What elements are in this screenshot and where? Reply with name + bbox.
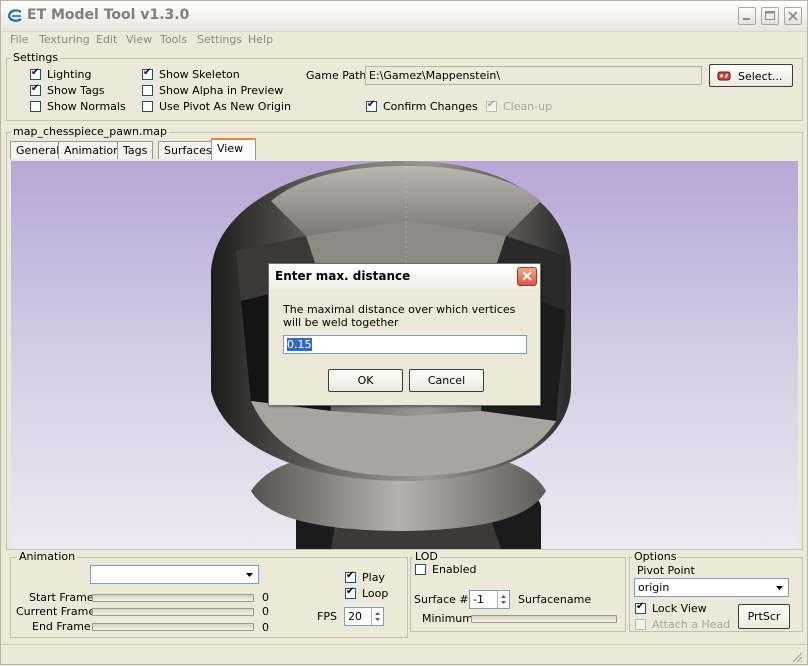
menu-view[interactable]: View: [126, 33, 152, 46]
fps-label: FPS: [317, 610, 337, 623]
tab-tags[interactable]: Tags: [117, 141, 154, 159]
status-bar: [1, 644, 807, 666]
lock-view-checkbox[interactable]: [635, 601, 646, 614]
show-alpha-label: Show Alpha in Preview: [159, 84, 284, 97]
show-normals-label: Show Normals: [47, 100, 126, 113]
current-frame-slider[interactable]: [92, 608, 254, 616]
distance-input-value: 0.15: [287, 338, 312, 351]
maximize-button[interactable]: [761, 7, 779, 25]
options-group-label: Options: [632, 550, 679, 563]
chevron-down-icon: [776, 586, 783, 590]
menu-edit[interactable]: Edit: [96, 33, 117, 46]
surface-number-value: -1: [473, 593, 484, 606]
dialog-close-button[interactable]: [517, 267, 537, 286]
tab-animation[interactable]: Animation: [58, 141, 127, 159]
fps-spin-buttons[interactable]: [371, 608, 383, 625]
confirm-changes-checkbox[interactable]: [366, 99, 377, 112]
start-frame-label: Start Frame: [29, 591, 94, 604]
play-label: Play: [362, 571, 385, 584]
start-frame-value: 0: [262, 591, 269, 604]
title-bar[interactable]: ET Model Tool v1.3.0: [1, 1, 807, 32]
game-path-label: Game Path: [306, 69, 367, 82]
animation-dropdown[interactable]: [90, 565, 259, 584]
attach-head-checkbox[interactable]: [635, 619, 646, 630]
menu-settings[interactable]: Settings: [197, 33, 242, 46]
close-button[interactable]: [784, 7, 802, 25]
show-alpha-checkbox[interactable]: [142, 85, 153, 96]
dialog-title-bar[interactable]: Enter max. distance: [269, 264, 540, 289]
window-title: ET Model Tool v1.3.0: [27, 7, 190, 23]
loop-label: Loop: [362, 587, 389, 600]
select-button-label: Select...: [738, 70, 783, 83]
show-tags-checkbox[interactable]: [30, 83, 41, 96]
play-checkbox[interactable]: [345, 570, 356, 583]
maximize-icon: [765, 11, 775, 20]
show-normals-checkbox[interactable]: [30, 101, 41, 112]
resize-grip-icon[interactable]: [791, 651, 803, 663]
start-frame-slider[interactable]: [92, 594, 254, 602]
current-frame-label: Current Frame: [16, 605, 96, 618]
surface-spin-buttons[interactable]: [497, 591, 509, 608]
menu-help[interactable]: Help: [248, 33, 273, 46]
lighting-label: Lighting: [47, 68, 92, 81]
animation-group-label: Animation: [17, 550, 78, 563]
select-button[interactable]: Select...: [709, 64, 793, 87]
attach-head-label: Attach a Head: [652, 618, 731, 631]
lod-minimum-slider[interactable]: [471, 615, 617, 623]
ok-button[interactable]: OK: [328, 369, 403, 392]
menu-texturing[interactable]: Texturing: [39, 33, 90, 46]
lod-minimum-label: Minimum: [422, 612, 473, 625]
lod-group-label: LOD: [413, 550, 440, 563]
end-frame-slider[interactable]: [92, 623, 254, 631]
lod-enabled-checkbox[interactable]: [415, 564, 426, 575]
chevron-down-icon: [246, 573, 253, 577]
menu-file[interactable]: File: [10, 33, 28, 46]
cleanup-label: Clean-up: [503, 100, 553, 113]
pivot-point-label: Pivot Point: [637, 564, 695, 577]
close-icon: [522, 271, 532, 281]
show-skeleton-checkbox[interactable]: [142, 67, 153, 80]
surface-number-label: Surface #: [414, 593, 469, 606]
gamepad-icon: [717, 71, 731, 81]
end-frame-label: End Frame: [32, 620, 91, 633]
app-window: ET Model Tool v1.3.0 File Texturing Edit…: [0, 0, 808, 665]
fps-stepper[interactable]: 20: [344, 607, 384, 626]
menu-tools[interactable]: Tools: [160, 33, 187, 46]
use-pivot-label: Use Pivot As New Origin: [159, 100, 292, 113]
pivot-point-value: origin: [638, 581, 670, 594]
max-distance-dialog: Enter max. distance The maximal distance…: [268, 263, 541, 406]
pivot-point-dropdown[interactable]: origin: [634, 578, 789, 597]
close-icon: [788, 11, 798, 21]
fps-value: 20: [348, 610, 362, 623]
end-frame-value: 0: [262, 621, 269, 634]
settings-group-label: Settings: [11, 51, 61, 64]
current-frame-value: 0: [262, 605, 269, 618]
lighting-checkbox[interactable]: [30, 67, 41, 80]
lock-view-label: Lock View: [652, 602, 707, 615]
spin-arrows-icon: [501, 595, 506, 604]
surfacename-label: Surfacename: [518, 593, 592, 606]
cancel-button[interactable]: Cancel: [409, 369, 484, 392]
spin-arrows-icon: [375, 612, 380, 621]
loop-checkbox[interactable]: [345, 586, 356, 599]
app-logo-icon: [7, 9, 22, 22]
cleanup-checkbox[interactable]: [486, 99, 497, 112]
surface-number-stepper[interactable]: -1: [469, 590, 510, 609]
confirm-changes-label: Confirm Changes: [383, 100, 478, 113]
dialog-message: The maximal distance over which vertices…: [283, 303, 516, 329]
minimize-button[interactable]: [738, 7, 756, 25]
tab-view[interactable]: View: [211, 138, 256, 160]
game-path-field[interactable]: E:\Gamez\Mappenstein\: [365, 66, 702, 85]
dialog-title: Enter max. distance: [275, 269, 411, 283]
lod-enabled-label: Enabled: [432, 563, 477, 576]
menu-bar: File Texturing Edit View Tools Settings …: [1, 31, 807, 49]
prtscr-button[interactable]: PrtScr: [738, 604, 790, 629]
show-tags-label: Show Tags: [47, 84, 105, 97]
show-skeleton-label: Show Skeleton: [159, 68, 240, 81]
model-filename: map_chesspiece_pawn.map: [11, 125, 169, 138]
use-pivot-checkbox[interactable]: [142, 101, 153, 112]
minimize-icon: [743, 18, 750, 20]
distance-input[interactable]: 0.15: [283, 335, 527, 354]
tab-surfaces[interactable]: Surfaces: [158, 141, 218, 159]
